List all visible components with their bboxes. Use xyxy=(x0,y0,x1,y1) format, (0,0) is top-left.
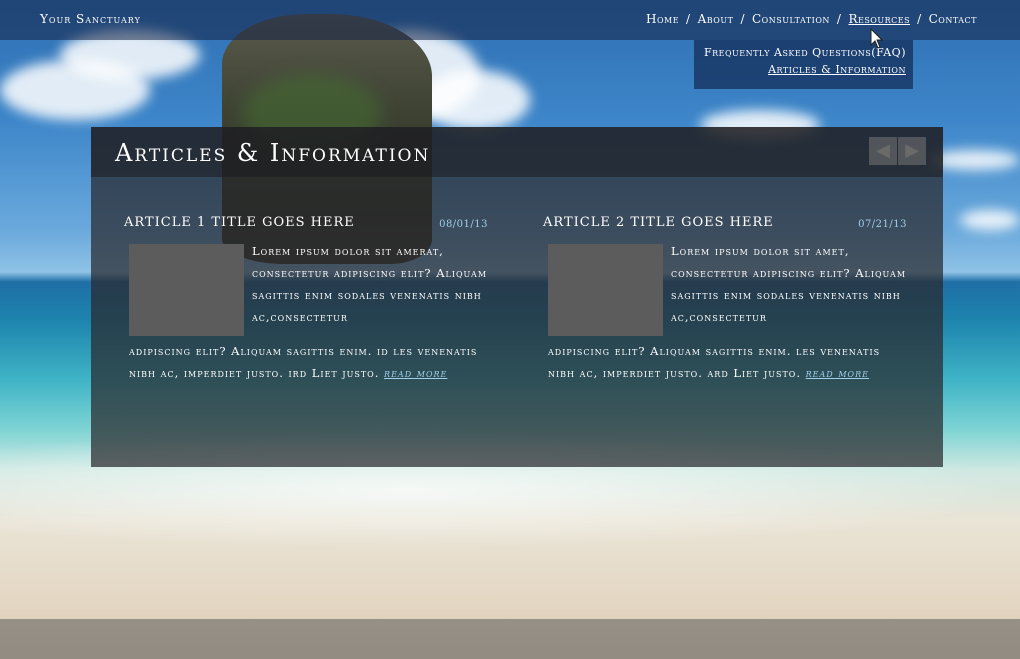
dropdown-item-articles[interactable]: Articles & Information xyxy=(694,63,913,76)
nav-contact[interactable]: Contact xyxy=(929,12,977,26)
main-nav: Home / About / Consultation / Resources … xyxy=(646,12,977,26)
read-more-link[interactable]: read more xyxy=(806,366,869,380)
article-header: Article 1 title goes here 08/01/13 xyxy=(124,215,488,237)
footer-bar xyxy=(0,619,1020,659)
arrow-left-icon: ◀ xyxy=(876,140,890,161)
read-more-link[interactable]: read more xyxy=(384,366,447,380)
nav-separator: / xyxy=(836,12,842,26)
panel-header: Articles & Information ◀ ▶ xyxy=(91,127,943,177)
article-date: 07/21/13 xyxy=(858,219,907,230)
site-brand[interactable]: Your Sanctuary xyxy=(40,12,141,26)
articles-panel: Articles & Information ◀ ▶ Article 1 tit… xyxy=(91,127,943,467)
top-navigation-bar: Your Sanctuary Home / About / Consultati… xyxy=(0,0,1020,40)
nav-home[interactable]: Home xyxy=(646,12,679,26)
article-title[interactable]: Article 1 title goes here xyxy=(124,215,355,230)
nav-about[interactable]: About xyxy=(698,12,734,26)
article-header: Article 2 title goes here 07/21/13 xyxy=(543,215,907,237)
article-date: 08/01/13 xyxy=(439,219,488,230)
nav-separator: / xyxy=(740,12,745,26)
article-body: Lorem ipsum dolor sit amet, consectetur … xyxy=(543,240,907,384)
page-title: Articles & Information xyxy=(115,139,431,167)
article-thumbnail[interactable] xyxy=(129,244,244,336)
arrow-right-icon: ▶ xyxy=(905,140,919,161)
article-card: Article 2 title goes here 07/21/13 Lorem… xyxy=(543,215,907,384)
article-card: Article 1 title goes here 08/01/13 Lorem… xyxy=(124,215,488,384)
article-title[interactable]: Article 2 title goes here xyxy=(543,215,774,230)
article-text-continued: adipiscing elit? Aliquam sagittis enim. … xyxy=(124,340,488,384)
article-text-continued: adipiscing elit? Aliquam sagittis enim. … xyxy=(543,340,907,384)
nav-consultation[interactable]: Consultation xyxy=(752,12,830,26)
nav-resources[interactable]: Resources xyxy=(848,12,910,26)
previous-arrow-button[interactable]: ◀ xyxy=(869,137,897,165)
article-thumbnail[interactable] xyxy=(548,244,663,336)
nav-separator: / xyxy=(686,12,691,26)
nav-separator: / xyxy=(917,12,922,26)
article-body: Lorem ipsum dolor sit amerat, consectetu… xyxy=(124,240,488,384)
next-arrow-button[interactable]: ▶ xyxy=(898,137,926,165)
